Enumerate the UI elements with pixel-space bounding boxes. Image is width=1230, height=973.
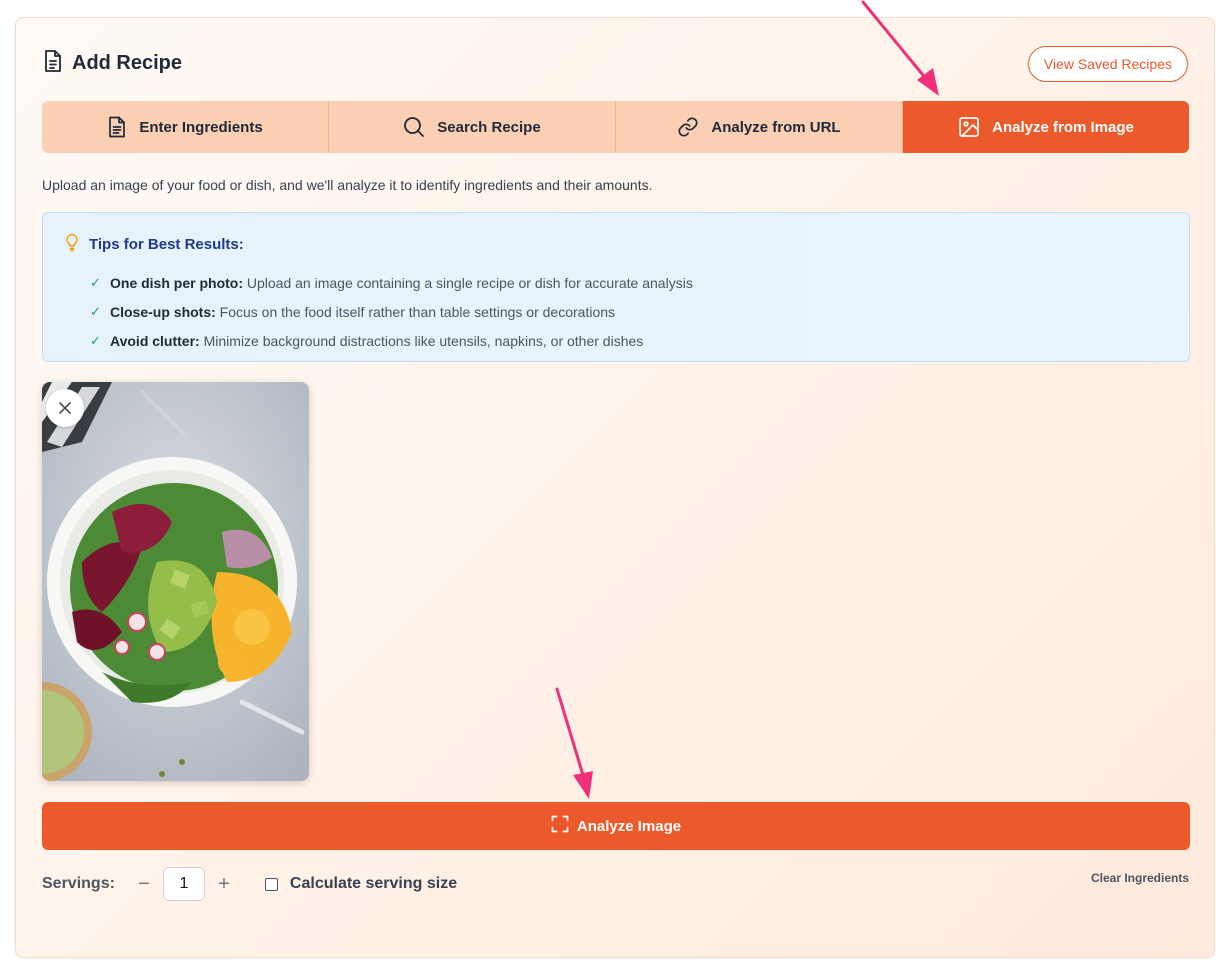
tab-search-recipe[interactable]: Search Recipe	[329, 101, 616, 153]
link-icon	[677, 116, 699, 138]
title-wrap: Add Recipe	[42, 49, 182, 78]
tip-text: One dish per photo: Upload an image cont…	[110, 275, 693, 291]
servings-control: Servings: − 1 + Calculate serving size	[42, 867, 457, 901]
servings-label: Servings:	[42, 875, 115, 892]
page-title: Add Recipe	[72, 51, 183, 74]
decrement-button[interactable]: −	[133, 873, 155, 896]
close-icon	[58, 401, 72, 415]
tab-label: Analyze from Image	[992, 118, 1134, 136]
card-header: Add Recipe View Saved Recipes	[42, 44, 1188, 82]
tip-item: ✓ Avoid clutter: Minimize background dis…	[90, 326, 693, 355]
tips-list: ✓ One dish per photo: Upload an image co…	[90, 268, 693, 355]
tip-detail: Focus on the food itself rather than tab…	[219, 303, 616, 320]
tip-text: Close-up shots: Focus on the food itself…	[110, 304, 615, 320]
annotation-arrow-button	[555, 687, 593, 799]
document-icon	[107, 116, 127, 138]
image-icon	[958, 116, 980, 138]
annotation-arrow-tab	[861, 0, 939, 96]
tab-enter-ingredients[interactable]: Enter Ingredients	[42, 101, 329, 153]
tab-label: Enter Ingredients	[139, 118, 263, 136]
upload-description: Upload an image of your food or dish, an…	[42, 177, 653, 193]
uploaded-image-preview	[42, 382, 309, 781]
tip-item: ✓ Close-up shots: Focus on the food itse…	[90, 297, 693, 326]
calculate-serving-option: Calculate serving size	[264, 875, 458, 893]
servings-input[interactable]: 1	[162, 867, 205, 901]
clear-ingredients-link[interactable]: Clear Ingredients	[1091, 871, 1189, 885]
tab-analyze-image[interactable]: Analyze from Image	[903, 101, 1189, 153]
tab-analyze-url[interactable]: Analyze from URL	[616, 101, 903, 153]
view-saved-recipes-button[interactable]: View Saved Recipes	[1027, 46, 1188, 82]
search-icon	[403, 116, 425, 138]
tip-detail: Minimize background distractions like ut…	[203, 332, 644, 349]
salad-photo	[42, 382, 309, 781]
analyze-image-button[interactable]: Analyze Image	[42, 802, 1190, 850]
lightbulb-icon	[65, 233, 79, 256]
tips-header: Tips for Best Results:	[65, 233, 244, 256]
tab-label: Search Recipe	[437, 118, 541, 136]
tip-item: ✓ One dish per photo: Upload an image co…	[90, 268, 693, 297]
tips-title: Tips for Best Results:	[89, 236, 244, 253]
analyze-label: Analyze Image	[576, 817, 682, 835]
tips-box: Tips for Best Results: ✓ One dish per ph…	[42, 212, 1190, 362]
check-icon: ✓	[90, 274, 101, 290]
check-icon: ✓	[90, 332, 101, 348]
calculate-serving-label: Calculate serving size	[289, 875, 458, 892]
tip-detail: Upload an image containing a single reci…	[246, 274, 693, 291]
document-icon	[42, 49, 64, 78]
increment-button[interactable]: +	[213, 873, 235, 896]
tip-bold: One dish per photo:	[110, 274, 243, 291]
scan-icon	[551, 815, 569, 837]
calculate-serving-checkbox[interactable]	[264, 877, 278, 891]
remove-image-button[interactable]	[46, 389, 84, 427]
tip-text: Avoid clutter: Minimize background distr…	[110, 333, 643, 349]
tip-bold: Avoid clutter:	[110, 332, 200, 349]
add-recipe-card: Add Recipe View Saved Recipes Enter Ingr…	[15, 17, 1215, 958]
tip-bold: Close-up shots:	[110, 303, 216, 320]
check-icon: ✓	[90, 303, 101, 319]
tab-bar: Enter Ingredients Search Recipe Analyze …	[42, 101, 1189, 153]
tab-label: Analyze from URL	[711, 118, 841, 136]
